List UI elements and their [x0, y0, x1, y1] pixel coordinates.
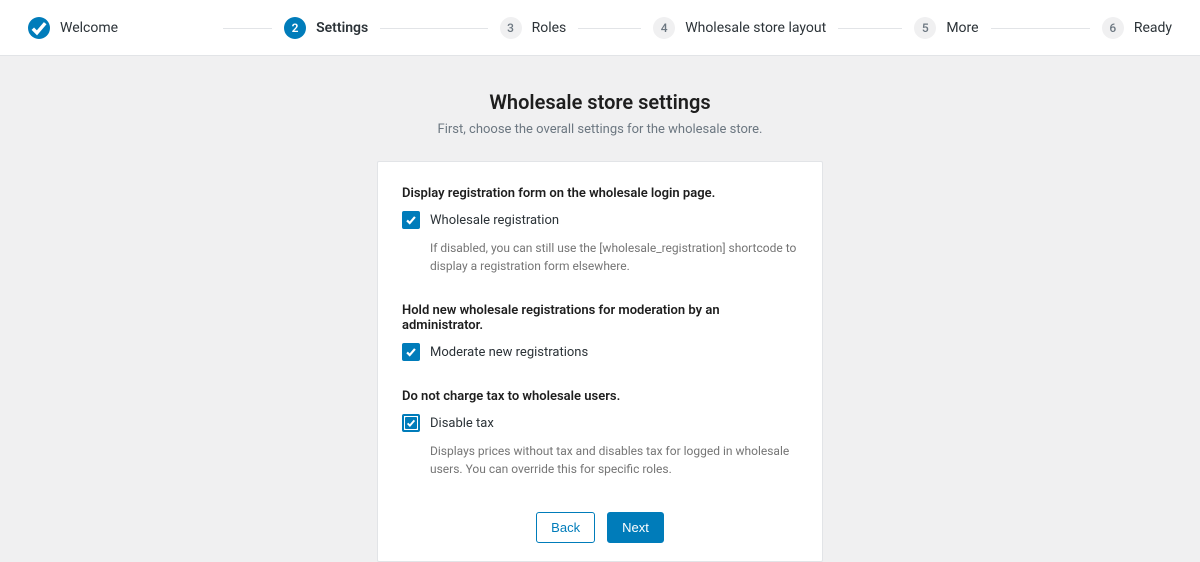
step-number-icon: 6 [1102, 17, 1124, 39]
step-layout[interactable]: 4 Wholesale store layout [636, 17, 843, 39]
step-label: Ready [1134, 20, 1172, 36]
step-number-icon: 3 [500, 17, 522, 39]
step-label: Roles [532, 20, 567, 36]
step-label: Settings [316, 20, 368, 36]
checkbox-label: Wholesale registration [430, 213, 559, 228]
section-title: Display registration form on the wholesa… [402, 186, 798, 201]
checkbox-label: Moderate new registrations [430, 345, 588, 360]
next-button[interactable]: Next [607, 512, 664, 543]
back-button[interactable]: Back [536, 512, 595, 543]
checkbox-label: Disable tax [430, 416, 494, 431]
section-moderation: Hold new wholesale registrations for mod… [402, 303, 798, 361]
help-text: If disabled, you can still use the [whol… [430, 239, 798, 275]
section-title: Hold new wholesale registrations for mod… [402, 303, 798, 333]
settings-card: Display registration form on the wholesa… [377, 161, 823, 562]
help-text: Displays prices without tax and disables… [430, 442, 798, 478]
card-actions: Back Next [402, 512, 798, 543]
main-content: Wholesale store settings First, choose t… [0, 56, 1200, 562]
step-number-icon: 2 [284, 17, 306, 39]
step-number-icon: 5 [914, 17, 936, 39]
checkbox-wholesale-registration[interactable] [402, 211, 420, 229]
wizard-stepper: Welcome 2 Settings 3 Roles 4 Wholesale s… [0, 0, 1200, 56]
step-ready[interactable]: 6 Ready [1050, 17, 1184, 39]
step-more[interactable]: 5 More [843, 17, 1050, 39]
step-welcome[interactable]: Welcome [16, 17, 223, 39]
step-number-icon: 4 [653, 17, 675, 39]
page-subtitle: First, choose the overall settings for t… [438, 122, 763, 137]
section-title: Do not charge tax to wholesale users. [402, 389, 798, 404]
section-tax: Do not charge tax to wholesale users. Di… [402, 389, 798, 478]
step-label: More [946, 20, 978, 36]
step-roles[interactable]: 3 Roles [430, 17, 637, 39]
checkbox-moderate-registrations[interactable] [402, 343, 420, 361]
checkbox-disable-tax[interactable] [402, 414, 420, 432]
section-registration: Display registration form on the wholesa… [402, 186, 798, 275]
check-icon [28, 17, 50, 39]
page-title: Wholesale store settings [489, 90, 710, 114]
step-label: Wholesale store layout [685, 20, 826, 36]
step-settings[interactable]: 2 Settings [223, 17, 430, 39]
step-label: Welcome [60, 20, 118, 36]
